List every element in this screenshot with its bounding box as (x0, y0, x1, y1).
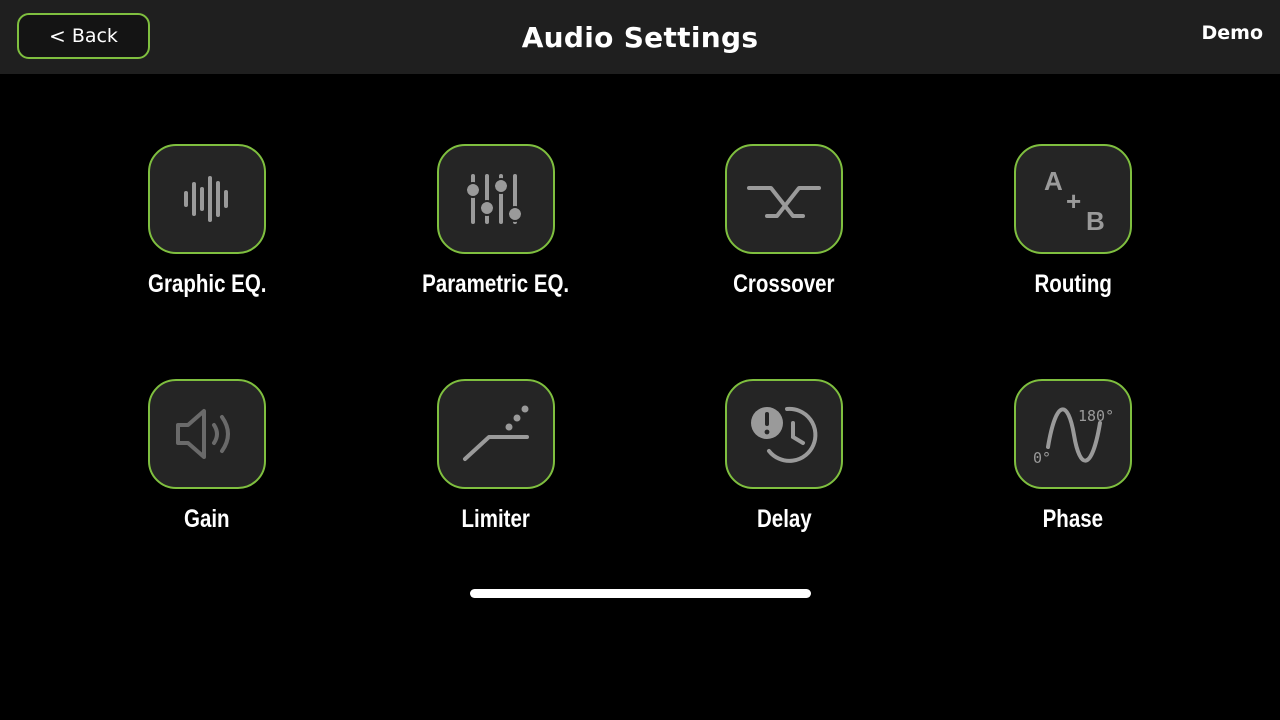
speaker-volume-icon (176, 409, 230, 459)
crossover-icon (747, 186, 821, 218)
back-button-label: Back (71, 25, 118, 47)
tile-label: Routing (1034, 270, 1112, 298)
tile-label: Gain (184, 505, 230, 533)
gain-icon-box (148, 379, 266, 489)
tile-label: Limiter (461, 505, 531, 533)
tile-parametric-eq[interactable]: Parametric EQ. (396, 144, 596, 314)
tile-graphic-eq[interactable]: Graphic EQ. (107, 144, 307, 314)
tile-gain[interactable]: Gain (107, 379, 307, 549)
routing-icon-box: A + B (1014, 144, 1132, 254)
top-bar: < Back Audio Settings Demo (0, 0, 1280, 74)
tile-label: Delay (756, 505, 812, 533)
svg-text:A: A (1044, 166, 1063, 196)
page-title: Audio Settings (521, 20, 759, 54)
graphic-eq-icon-box (148, 144, 266, 254)
back-button[interactable]: < Back (17, 13, 150, 59)
phase-icon-box: 0° 180° (1014, 379, 1132, 489)
tile-routing[interactable]: A + B Routing (973, 144, 1173, 314)
chevron-left-icon: < (49, 24, 66, 48)
sliders-icon (465, 174, 523, 224)
tile-phase[interactable]: 0° 180° Phase (973, 379, 1173, 549)
phase-sine-wave-icon: 0° 180° (1033, 407, 1114, 467)
parametric-eq-icon-box (437, 144, 555, 254)
crossover-icon-box (725, 144, 843, 254)
delay-icon-box (725, 379, 843, 489)
waveform-icon (184, 176, 228, 222)
limiter-icon-box (437, 379, 555, 489)
routing-a-plus-b-icon: A + B (1044, 166, 1105, 236)
tile-crossover[interactable]: Crossover (684, 144, 884, 314)
delay-clock-alert-icon (751, 406, 818, 463)
tile-label: Graphic EQ. (147, 270, 267, 298)
tile-limiter[interactable]: Limiter (396, 379, 596, 549)
home-indicator[interactable] (470, 589, 811, 598)
svg-text:B: B (1086, 206, 1105, 236)
tile-label: Crossover (733, 270, 835, 298)
demo-button[interactable]: Demo (1201, 22, 1263, 44)
svg-text:+: + (1066, 186, 1081, 216)
limiter-curve-icon (463, 405, 529, 461)
tile-label: Parametric EQ. (422, 270, 570, 298)
svg-text:180°: 180° (1078, 407, 1114, 425)
tile-delay[interactable]: Delay (684, 379, 884, 549)
svg-text:0°: 0° (1033, 449, 1051, 467)
tile-label: Phase (1042, 505, 1104, 533)
